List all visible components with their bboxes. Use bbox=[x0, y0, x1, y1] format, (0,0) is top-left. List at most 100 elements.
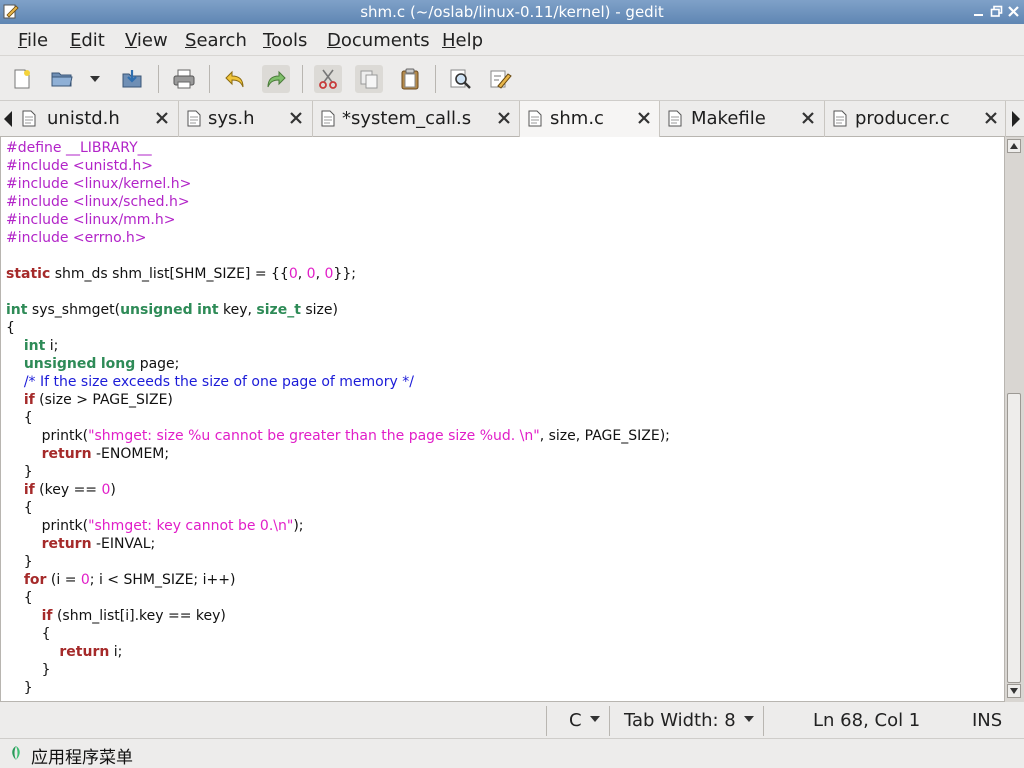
redo-button[interactable] bbox=[262, 65, 290, 93]
code-editor[interactable]: #define __LIBRARY__ #include <unistd.h> #i… bbox=[0, 137, 1004, 702]
menu-documents[interactable]: Documents bbox=[327, 30, 430, 51]
menu-tools[interactable]: Tools bbox=[263, 30, 307, 51]
insert-mode: INS bbox=[972, 710, 1003, 731]
code-line[interactable]: return -EINVAL; bbox=[6, 535, 670, 553]
code-line[interactable] bbox=[6, 283, 670, 301]
code-line[interactable]: { bbox=[6, 319, 670, 337]
code-line[interactable]: #include <linux/sched.h> bbox=[6, 193, 670, 211]
menu-edit[interactable]: Edit bbox=[70, 30, 105, 51]
code-line[interactable]: if (size > PAGE_SIZE) bbox=[6, 391, 670, 409]
find-replace-icon bbox=[490, 70, 512, 89]
tab-producer-c[interactable]: producer.c bbox=[825, 101, 1006, 137]
menu-search[interactable]: Search bbox=[185, 30, 247, 51]
status-separator bbox=[763, 706, 764, 736]
code-line[interactable] bbox=[6, 247, 670, 265]
code-line[interactable]: unsigned long page; bbox=[6, 355, 670, 373]
print-button[interactable] bbox=[170, 65, 198, 93]
code-line[interactable]: static shm_ds shm_list[SHM_SIZE] = {{0, … bbox=[6, 265, 670, 283]
new-document-button[interactable] bbox=[8, 65, 36, 93]
close-tab-icon[interactable] bbox=[497, 111, 511, 125]
code-line[interactable]: #include <errno.h> bbox=[6, 229, 670, 247]
redo-icon bbox=[267, 70, 286, 88]
save-button[interactable] bbox=[118, 65, 146, 93]
minimize-icon[interactable] bbox=[972, 5, 985, 18]
cursor-position: Ln 68, Col 1 bbox=[813, 710, 921, 731]
tab-shm-c[interactable]: shm.c bbox=[520, 101, 660, 137]
undo-button[interactable] bbox=[221, 65, 249, 93]
code-line[interactable]: #define __LIBRARY__ bbox=[6, 139, 670, 157]
code-line[interactable]: } bbox=[6, 463, 670, 481]
status-separator bbox=[609, 706, 610, 736]
code-line[interactable]: return i; bbox=[6, 643, 670, 661]
paste-button[interactable] bbox=[396, 65, 424, 93]
tab-label: producer.c bbox=[855, 108, 950, 129]
code-line[interactable]: { bbox=[6, 409, 670, 427]
code-line[interactable]: } bbox=[6, 679, 670, 697]
toolbar bbox=[0, 57, 1024, 101]
code-line[interactable]: { bbox=[6, 499, 670, 517]
menu-help[interactable]: Help bbox=[442, 30, 483, 51]
restore-icon[interactable] bbox=[990, 5, 1003, 18]
tab-width-dropdown-icon[interactable] bbox=[744, 716, 754, 722]
code-line[interactable]: } bbox=[6, 661, 670, 679]
tab-unistd-h[interactable]: unistd.h bbox=[14, 101, 179, 137]
close-window-icon[interactable] bbox=[1007, 5, 1020, 18]
code-line[interactable]: { bbox=[6, 625, 670, 643]
open-icon bbox=[51, 72, 73, 87]
tab-label: Makefile bbox=[691, 108, 766, 129]
find-icon bbox=[450, 69, 471, 89]
open-button[interactable] bbox=[48, 65, 76, 93]
text-file-icon bbox=[22, 110, 36, 127]
toolbar-separator bbox=[435, 65, 436, 93]
scroll-up-button[interactable] bbox=[1007, 139, 1021, 153]
code-line[interactable]: printk("shmget: size %u cannot be greate… bbox=[6, 427, 670, 445]
code-line[interactable]: #include <linux/kernel.h> bbox=[6, 175, 670, 193]
close-tab-icon[interactable] bbox=[801, 111, 815, 125]
vertical-scrollbar[interactable] bbox=[1004, 137, 1024, 702]
code-line[interactable]: int sys_shmget(unsigned int key, size_t … bbox=[6, 301, 670, 319]
close-tab-icon[interactable] bbox=[289, 111, 303, 125]
toolbar-separator bbox=[209, 65, 210, 93]
code-line[interactable]: printk("shmget: key cannot be 0.\n"); bbox=[6, 517, 670, 535]
code-line[interactable]: /* If the size exceeds the size of one p… bbox=[6, 373, 670, 391]
code-line[interactable]: } bbox=[6, 553, 670, 571]
language-selector[interactable]: C bbox=[569, 710, 582, 731]
tab-label: *system_call.s bbox=[342, 108, 472, 129]
application-menu-label[interactable]: 应用程序菜单 bbox=[31, 743, 133, 768]
code-line[interactable]: return -ENOMEM; bbox=[6, 445, 670, 463]
text-file-icon bbox=[528, 110, 542, 127]
code-line[interactable]: { bbox=[6, 589, 670, 607]
open-dropdown-button[interactable] bbox=[84, 65, 106, 93]
paste-icon bbox=[401, 68, 419, 90]
menu-view[interactable]: View bbox=[125, 30, 168, 51]
find-button[interactable] bbox=[447, 65, 475, 93]
code-line[interactable]: #include <linux/mm.h> bbox=[6, 211, 670, 229]
close-tab-icon[interactable] bbox=[984, 111, 998, 125]
tab-scroll-right-icon[interactable] bbox=[1011, 111, 1021, 127]
cut-icon bbox=[319, 69, 337, 89]
cut-button[interactable] bbox=[314, 65, 342, 93]
code-line[interactable]: if (key == 0) bbox=[6, 481, 670, 499]
scroll-down-button[interactable] bbox=[1007, 684, 1021, 698]
tab-system-call-s[interactable]: *system_call.s bbox=[313, 101, 520, 137]
tab-makefile[interactable]: Makefile bbox=[660, 101, 825, 137]
language-dropdown-icon[interactable] bbox=[590, 716, 600, 722]
tab-scroll-left-icon[interactable] bbox=[3, 111, 13, 127]
copy-button[interactable] bbox=[355, 65, 383, 93]
close-tab-icon[interactable] bbox=[155, 111, 169, 125]
find-replace-button[interactable] bbox=[487, 65, 515, 93]
tab-sys-h[interactable]: sys.h bbox=[179, 101, 313, 137]
scrollbar-thumb[interactable] bbox=[1007, 393, 1021, 683]
code-text[interactable]: #define __LIBRARY__ #include <unistd.h> #i… bbox=[6, 139, 670, 697]
code-line[interactable]: if (shm_list[i].key == key) bbox=[6, 607, 670, 625]
open-dropdown-icon bbox=[90, 76, 100, 82]
tab-width-selector[interactable]: Tab Width: 8 bbox=[624, 710, 736, 731]
application-menu-icon[interactable] bbox=[8, 745, 24, 761]
close-tab-icon[interactable] bbox=[637, 111, 651, 125]
code-line[interactable]: int i; bbox=[6, 337, 670, 355]
copy-icon bbox=[360, 70, 378, 89]
text-file-icon bbox=[187, 110, 201, 127]
code-line[interactable]: #include <unistd.h> bbox=[6, 157, 670, 175]
menu-file[interactable]: File bbox=[18, 30, 48, 51]
code-line[interactable]: for (i = 0; i < SHM_SIZE; i++) bbox=[6, 571, 670, 589]
